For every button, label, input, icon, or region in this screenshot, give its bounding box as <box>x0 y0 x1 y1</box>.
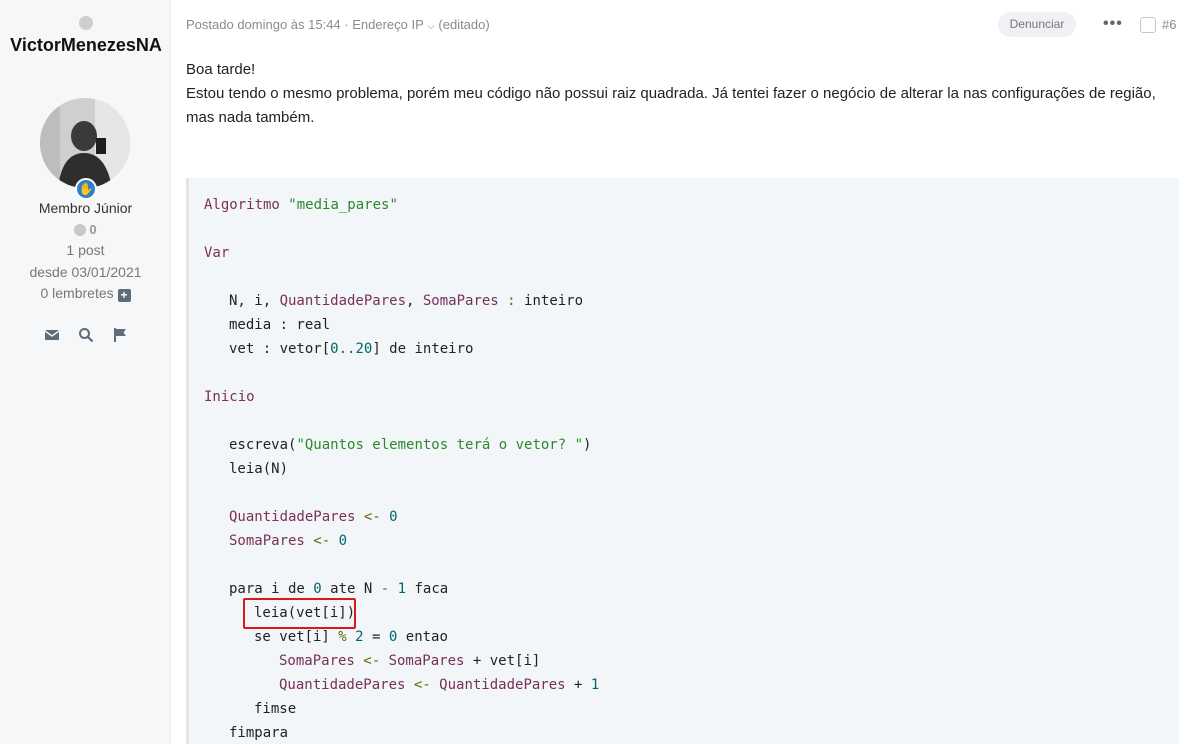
ellipsis-icon[interactable]: ••• <box>1103 15 1123 33</box>
rank-title: Membro Júnior <box>38 200 133 216</box>
code-line: para i de 0 ate N - 1 faca <box>229 581 449 597</box>
join-date: desde 03/01/2021 <box>29 264 142 280</box>
post-text-line: Estou tendo o mesmo problema, porém meu … <box>186 85 1156 102</box>
post-text-line: mas nada também. <box>186 109 315 126</box>
reminders-label: 0 lembretes <box>40 285 114 301</box>
code-line: media : real <box>229 317 331 333</box>
edited-label: (editado) <box>438 17 490 32</box>
highlight-box <box>243 598 356 629</box>
chevron-down-icon[interactable]: ⌵ <box>427 21 435 32</box>
post-meta: Postado domingo às 15:44 · Endereço IP ⌵… <box>186 17 490 32</box>
author-actions <box>44 327 128 343</box>
code-line: escreva("Quantos elementos terá o vetor?… <box>229 437 592 453</box>
post-number[interactable]: #6 <box>1162 17 1176 32</box>
plus-icon[interactable]: + <box>117 289 131 302</box>
code-line: Var <box>204 245 230 261</box>
post-content: Boa tarde! Estou tendo o mesmo problema,… <box>186 58 1176 130</box>
hand-icon: ✋ <box>75 178 97 200</box>
envelope-icon[interactable] <box>44 327 60 343</box>
author-username[interactable]: VictorMenezesNA <box>8 35 164 56</box>
code-line: Algoritmo "media_pares" <box>204 197 398 213</box>
reputation-value: 0 <box>89 222 97 237</box>
meta-separator: · <box>340 17 353 32</box>
code-line: fimpara <box>229 725 289 741</box>
code-line: leia(N) <box>229 461 289 477</box>
code-line: N, i, QuantidadePares, SomaPares : intei… <box>229 293 584 309</box>
ip-address-link[interactable]: Endereço IP <box>352 17 423 32</box>
code-line: SomaPares <- 0 <box>229 533 348 549</box>
author-panel: VictorMenezesNA ✋ Membro Júnior 0 1 post… <box>0 0 171 744</box>
online-status-icon <box>79 16 93 30</box>
reminders: 0 lembretes + <box>0 285 171 302</box>
flag-icon[interactable] <box>112 327 128 343</box>
code-line: QuantidadePares <- QuantidadePares + 1 <box>279 677 600 693</box>
reputation-icon <box>74 223 87 236</box>
code-line: se vet[i] % 2 = 0 entao <box>254 629 448 645</box>
post-text-line: Boa tarde! <box>186 61 256 78</box>
code-line: SomaPares <- SomaPares + vet[i] <box>279 653 541 669</box>
code-line: vet : vetor[0..20] de inteiro <box>229 341 474 357</box>
code-line: Inicio <box>204 389 255 405</box>
code-line: fimse <box>254 701 297 717</box>
select-post-checkbox[interactable] <box>1140 17 1156 33</box>
avatar[interactable] <box>40 98 130 188</box>
code-line: QuantidadePares <- 0 <box>229 509 398 525</box>
reputation[interactable]: 0 <box>0 222 171 237</box>
report-button[interactable]: Denunciar <box>998 12 1076 37</box>
search-icon[interactable] <box>78 327 94 343</box>
post-count: 1 post <box>66 242 105 258</box>
post-date[interactable]: Postado domingo às 15:44 <box>186 17 341 32</box>
